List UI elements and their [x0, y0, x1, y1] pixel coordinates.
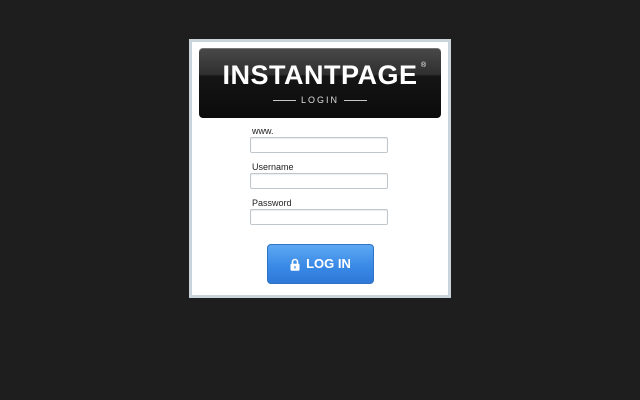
password-label: Password — [252, 198, 292, 208]
login-subtitle-row: LOGIN — [273, 94, 367, 106]
login-subtitle: LOGIN — [300, 95, 339, 105]
registered-mark: ® — [421, 62, 427, 69]
username-label: Username — [252, 162, 294, 172]
brand-banner: INSTANTPAGE ® LOGIN — [199, 48, 441, 118]
lock-icon — [290, 258, 300, 271]
login-button[interactable]: LOG IN — [267, 244, 374, 284]
username-input[interactable] — [250, 173, 388, 189]
subtitle-divider-right — [343, 99, 367, 101]
login-panel: INSTANTPAGE ® LOGIN www. Username Passwo… — [189, 39, 451, 298]
password-input[interactable] — [250, 209, 388, 225]
brand-logo-text: INSTANTPAGE — [222, 60, 418, 90]
www-label: www. — [252, 126, 274, 136]
subtitle-divider-left — [273, 99, 296, 101]
www-input[interactable] — [250, 137, 388, 153]
login-button-label: LOG IN — [306, 256, 351, 271]
